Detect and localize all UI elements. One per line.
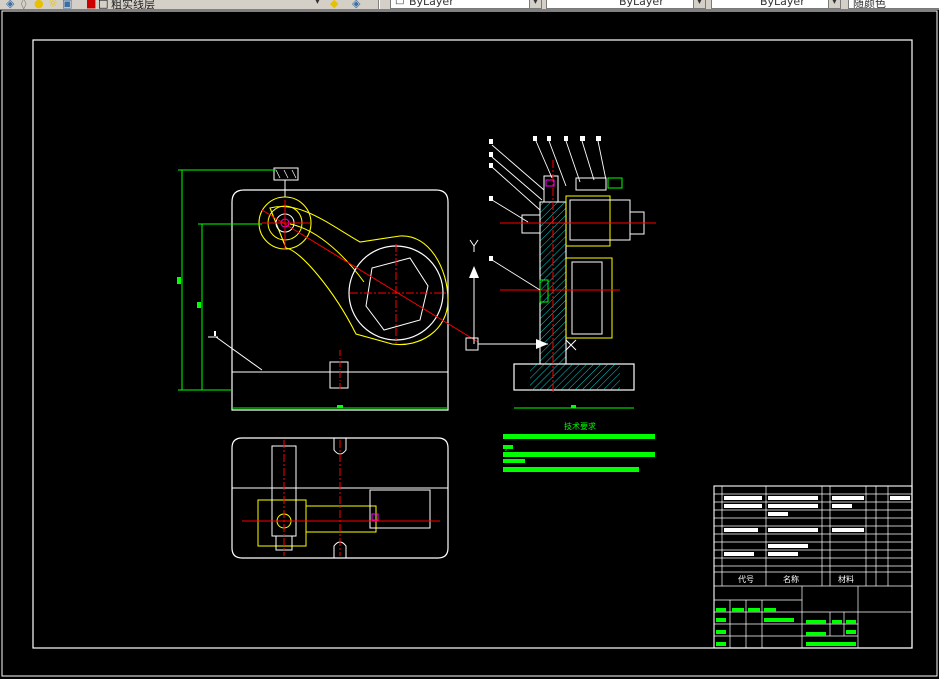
side-tolerance-box xyxy=(607,177,623,189)
tech-req-item-2: 2. xyxy=(505,447,509,452)
lineweight-combo-value: ByLayer xyxy=(760,0,805,8)
ucs-y-arrow-icon xyxy=(469,266,479,278)
layer-color-icon: ■ xyxy=(86,0,97,10)
title-block-header-name: 名称 xyxy=(783,574,799,584)
plotstyle-combo[interactable]: 随颜色 xyxy=(848,0,939,9)
part-leader-1 xyxy=(215,336,263,371)
cad-drawing[interactable]: 技术要求 2. 代号 名称 材料 xyxy=(0,10,939,679)
color-combo-value: ByLayer xyxy=(409,0,454,8)
side-lever-outline xyxy=(571,261,603,335)
drawing-frame xyxy=(32,39,913,649)
lightbulb-icon[interactable]: ● xyxy=(34,0,44,9)
toolbar-separator xyxy=(378,0,379,9)
tech-req-title: 技术要求 xyxy=(564,421,596,431)
side-bolt-body xyxy=(569,199,631,241)
title-block-header-code: 代号 xyxy=(738,574,754,584)
plotstyle-combo-value: 随颜色 xyxy=(853,0,886,9)
title-block-header-material: 材料 xyxy=(838,574,854,584)
color-combo[interactable]: □ ByLayer ▼ xyxy=(390,0,542,9)
ucs-x-label-icon xyxy=(565,339,577,351)
part-number-1 xyxy=(214,331,216,336)
approval-grid xyxy=(714,586,912,648)
pivot-height-dimension-text xyxy=(197,302,201,308)
layer-square-icon: □ xyxy=(98,0,109,10)
technical-requirements[interactable]: 技术要求 2. xyxy=(503,421,655,472)
tech-req-line-1 xyxy=(503,434,655,439)
approval-labels xyxy=(716,608,856,646)
chevron-down-icon: ▼ xyxy=(693,0,705,8)
height-dimension-text xyxy=(177,277,181,284)
chevron-down-icon: ▼ xyxy=(312,0,323,8)
drawing-area[interactable]: 技术要求 2. 代号 名称 材料 xyxy=(0,10,939,679)
side-top-plate xyxy=(575,177,607,191)
title-block[interactable]: 代号 名称 材料 xyxy=(713,485,913,649)
layer-name[interactable]: 粗实线层 xyxy=(111,0,155,9)
tech-req-line-3 xyxy=(503,452,655,457)
side-base-hatch xyxy=(530,364,620,390)
side-lever-section xyxy=(565,257,613,339)
side-nut xyxy=(521,214,541,234)
top-lever-arm xyxy=(305,505,377,533)
sun-icon[interactable]: ☼ xyxy=(48,0,58,9)
chevron-down-icon: ▼ xyxy=(529,0,541,8)
lock-icon[interactable]: ▣ xyxy=(62,0,72,9)
parts-list-grid xyxy=(714,486,912,587)
top-pivot-block xyxy=(257,499,307,547)
color-swatch-icon: □ xyxy=(395,0,405,6)
oblique-center-line xyxy=(261,209,479,343)
layer-previous-icon[interactable]: ◈ xyxy=(352,0,360,9)
layer-manager-icon[interactable]: ◈ xyxy=(6,0,14,9)
layer-dropdown[interactable]: ▼ xyxy=(312,0,323,8)
linetype-combo[interactable]: ByLayer ▼ xyxy=(546,0,706,9)
front-view-slot xyxy=(329,361,349,389)
lineweight-combo[interactable]: ByLayer ▼ xyxy=(711,0,841,9)
tech-req-line-4 xyxy=(503,459,525,463)
layer-state-icon[interactable]: ◊ xyxy=(21,0,26,9)
linetype-combo-value: ByLayer xyxy=(619,0,664,8)
chevron-down-icon: ▼ xyxy=(828,0,840,8)
knurl-pattern xyxy=(275,169,297,179)
ucs-y-label-icon xyxy=(469,239,479,252)
front-view[interactable] xyxy=(177,167,479,411)
bore-hexagon xyxy=(365,257,429,331)
ucs-origin-icon xyxy=(465,337,479,351)
make-current-icon[interactable]: ◆ xyxy=(330,0,338,9)
properties-toolbar: ◈ ◊ ● ☼ ▣ ■ □ 粗实线层 ▼ ◆ ◈ □ ByLayer ▼ ByL… xyxy=(0,0,939,10)
tech-req-line-5 xyxy=(503,467,639,472)
side-view[interactable] xyxy=(465,136,656,409)
width-dimension-text xyxy=(337,405,343,408)
top-view[interactable] xyxy=(231,437,449,559)
side-clamp-body xyxy=(565,195,611,247)
top-highlight-mark xyxy=(371,513,379,521)
top-bore-housing xyxy=(369,489,431,529)
side-width-dimension-text xyxy=(571,405,576,408)
